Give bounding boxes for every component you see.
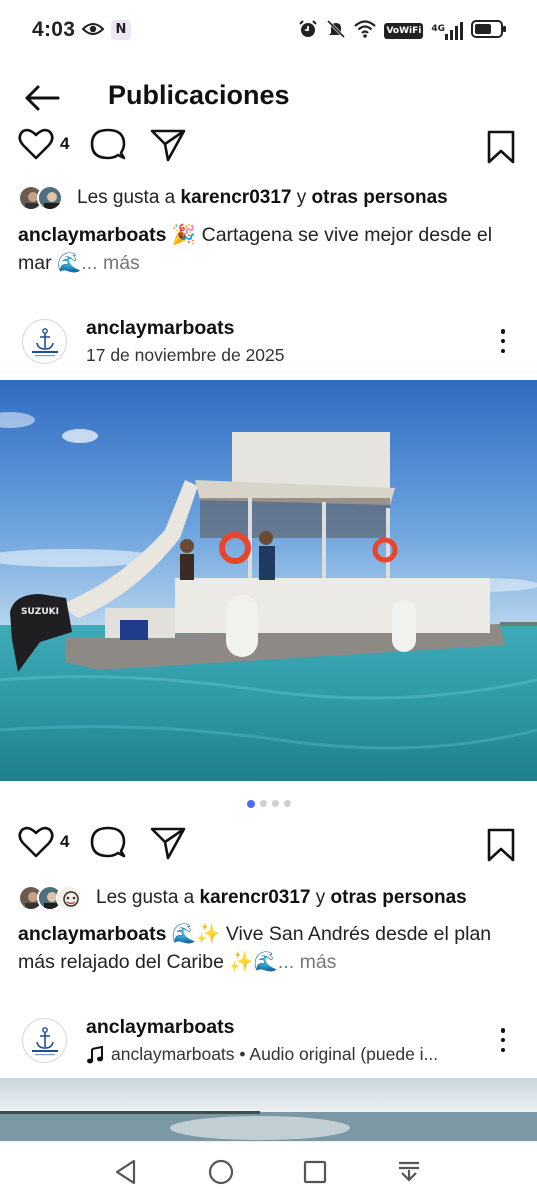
main-post-header: anclaymarboats 17 de noviembre de 2025 — [0, 311, 537, 371]
boat-photo: SUZUKI — [0, 380, 537, 781]
post-username[interactable]: anclaymarboats — [86, 317, 235, 340]
likes-prefix: Les gusta a — [96, 887, 200, 908]
more-options-button[interactable] — [489, 1026, 517, 1054]
network-label: 4G — [431, 24, 445, 34]
liker-avatars[interactable] — [18, 185, 63, 211]
status-bar: 4:03 N VoWiFi 4G — [0, 0, 537, 62]
heart-icon — [18, 826, 54, 858]
liker-avatar — [37, 185, 63, 211]
dot — [500, 1047, 506, 1052]
likes-connector: y — [310, 887, 331, 908]
like-button[interactable]: 4 — [18, 128, 69, 160]
motor-brand: SUZUKI — [21, 607, 59, 617]
nav-back-button[interactable] — [110, 1156, 142, 1188]
main-likes-line: Les gusta a karencr0317 y otras personas — [18, 882, 528, 914]
more-options-button[interactable] — [489, 327, 517, 355]
home-circle-icon — [208, 1159, 234, 1185]
carousel-dot-active — [246, 799, 255, 808]
like-button[interactable]: 4 — [18, 826, 69, 858]
nav-home-button[interactable] — [205, 1156, 237, 1188]
dot — [500, 1037, 506, 1043]
comment-button[interactable] — [90, 128, 126, 162]
send-icon — [150, 827, 186, 860]
bookmark-icon — [487, 130, 515, 164]
recents-square-icon — [303, 1160, 327, 1184]
wifi-icon — [354, 19, 377, 43]
prev-post-actions: 4 — [0, 128, 537, 168]
arrow-left-icon — [25, 85, 60, 111]
profile-avatar[interactable] — [22, 319, 67, 364]
comment-icon — [90, 826, 126, 858]
dot — [500, 1028, 506, 1033]
carousel-dot — [259, 800, 267, 807]
battery-icon — [471, 19, 507, 44]
liker-avatars[interactable] — [18, 885, 82, 911]
send-icon — [150, 129, 186, 162]
notification-badge: N — [111, 20, 131, 40]
carousel-dot — [283, 800, 291, 807]
caption-more-link[interactable]: ... más — [81, 252, 140, 274]
likes-prefix: Les gusta a — [77, 187, 181, 208]
save-button[interactable] — [486, 828, 516, 862]
status-time: 4:03 — [32, 18, 76, 41]
signal-icon: 4G — [431, 22, 463, 40]
caption-username[interactable]: anclaymarboats — [18, 224, 167, 246]
back-triangle-icon — [115, 1159, 136, 1185]
caption-more-link[interactable]: ... más — [278, 951, 337, 973]
eye-icon — [81, 21, 105, 42]
page-title: Publicaciones — [108, 80, 290, 110]
vowifi-badge: VoWiFi — [384, 23, 424, 39]
dot — [500, 338, 506, 344]
dot — [500, 329, 506, 334]
caption-username[interactable]: anclaymarboats — [18, 923, 167, 945]
status-icons: VoWiFi 4G — [298, 19, 507, 43]
prev-caption: anclaymarboats 🎉 Cartagena se vive mejor… — [18, 221, 523, 277]
next-post-image[interactable] — [0, 1078, 537, 1141]
post-image[interactable]: SUZUKI — [0, 380, 537, 781]
share-button[interactable] — [150, 826, 186, 860]
carousel-dot — [271, 800, 279, 807]
back-button[interactable] — [22, 78, 62, 118]
save-button[interactable] — [486, 130, 516, 164]
likes-others[interactable]: otras personas — [312, 187, 448, 209]
heart-icon — [18, 128, 54, 160]
liked-by-user[interactable]: karencr0317 — [181, 187, 292, 209]
liked-by-user[interactable]: karencr0317 — [200, 887, 311, 909]
main-caption: anclaymarboats 🌊✨ Vive San Andrés desde … — [18, 920, 523, 976]
next-post-header: anclaymarboats anclaymarboats • Audio or… — [0, 1010, 537, 1070]
top-header: Publicaciones — [0, 62, 537, 132]
sea-photo — [0, 1078, 537, 1141]
bookmark-icon — [487, 828, 515, 862]
likes-connector: y — [291, 187, 312, 208]
prev-likes-line: Les gusta a karencr0317 y otras personas — [18, 182, 528, 214]
bell-muted-icon — [326, 19, 346, 44]
share-button[interactable] — [150, 128, 186, 162]
post-username[interactable]: anclaymarboats — [86, 1016, 235, 1039]
like-count: 4 — [60, 832, 70, 851]
anchor-logo — [25, 322, 64, 361]
music-note-icon — [87, 1045, 103, 1063]
profile-avatar[interactable] — [22, 1018, 67, 1063]
audio-text: anclaymarboats • Audio original (puede i… — [111, 1044, 439, 1064]
liker-avatar — [56, 885, 82, 911]
dot — [500, 348, 506, 353]
alarm-icon — [298, 19, 318, 44]
nav-notifications-button[interactable] — [393, 1156, 425, 1188]
carousel-indicator — [0, 799, 537, 808]
like-count: 4 — [60, 134, 70, 153]
audio-line[interactable]: anclaymarboats • Audio original (puede i… — [86, 1044, 438, 1065]
notification-pull-icon — [399, 1161, 419, 1182]
main-post-actions: 4 — [0, 826, 537, 866]
comment-button[interactable] — [90, 826, 126, 860]
post-date: 17 de noviembre de 2025 — [86, 345, 285, 365]
likes-others[interactable]: otras personas — [331, 887, 467, 909]
comment-icon — [90, 128, 126, 160]
system-nav-bar — [0, 1141, 537, 1200]
anchor-logo — [25, 1021, 64, 1060]
nav-recents-button[interactable] — [299, 1156, 331, 1188]
